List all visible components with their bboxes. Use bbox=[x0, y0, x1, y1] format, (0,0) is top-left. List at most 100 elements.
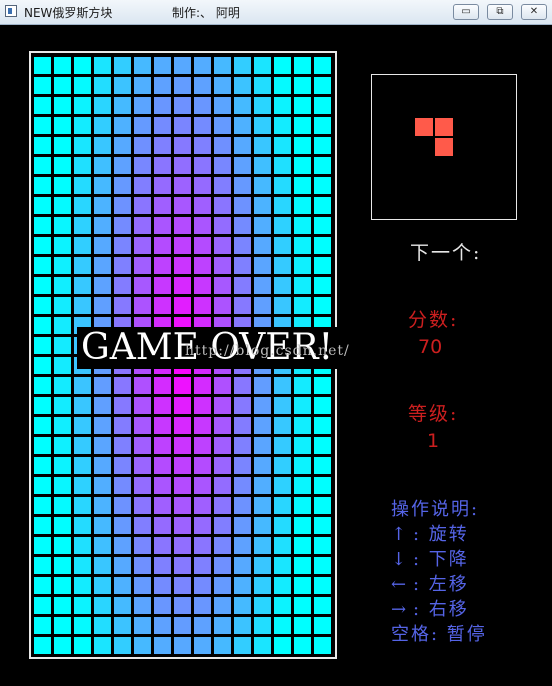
board-cell bbox=[233, 176, 252, 195]
board-cell bbox=[213, 116, 232, 135]
board-cell bbox=[313, 616, 332, 635]
board-cell bbox=[53, 516, 72, 535]
board-cell bbox=[73, 396, 92, 415]
author-label: 制作:、 阿明 bbox=[172, 6, 240, 20]
board-cell bbox=[73, 496, 92, 515]
board-cell bbox=[173, 576, 192, 595]
board-cell bbox=[153, 256, 172, 275]
board-cell bbox=[313, 536, 332, 555]
board-cell bbox=[153, 96, 172, 115]
board-cell bbox=[33, 496, 52, 515]
board-cell bbox=[33, 196, 52, 215]
board-cell bbox=[93, 96, 112, 115]
board-cell bbox=[233, 296, 252, 315]
close-button[interactable]: ✕ bbox=[521, 4, 547, 20]
next-piece-preview bbox=[371, 74, 517, 220]
board-cell bbox=[153, 496, 172, 515]
board-cell bbox=[53, 416, 72, 435]
board-cell bbox=[293, 516, 312, 535]
board-cell bbox=[193, 616, 212, 635]
board-cell bbox=[213, 96, 232, 115]
board-cell bbox=[253, 136, 272, 155]
board-cell bbox=[273, 616, 292, 635]
board-cell bbox=[273, 516, 292, 535]
next-piece-block bbox=[414, 117, 434, 137]
minimize-button[interactable]: ▭ bbox=[453, 4, 479, 20]
help-drop: ↓: 下降 bbox=[391, 547, 487, 572]
board-cell bbox=[253, 296, 272, 315]
board-cell bbox=[233, 616, 252, 635]
board-cell bbox=[33, 376, 52, 395]
board-cell bbox=[33, 616, 52, 635]
board-cell bbox=[233, 596, 252, 615]
board-cell bbox=[93, 236, 112, 255]
board-cell bbox=[173, 56, 192, 75]
board-cell bbox=[253, 116, 272, 135]
board-cell bbox=[253, 596, 272, 615]
board-cell bbox=[293, 156, 312, 175]
board-cell bbox=[53, 616, 72, 635]
board-cell bbox=[273, 176, 292, 195]
board-cell bbox=[193, 416, 212, 435]
restore-button[interactable]: ⧉ bbox=[487, 4, 513, 20]
board-cell bbox=[173, 536, 192, 555]
board-cell bbox=[213, 436, 232, 455]
board-cell bbox=[313, 436, 332, 455]
board-cell bbox=[233, 536, 252, 555]
board-cell bbox=[313, 156, 332, 175]
board-cell bbox=[73, 76, 92, 95]
board-cell bbox=[73, 56, 92, 75]
board-cell bbox=[193, 176, 212, 195]
board-cell bbox=[293, 596, 312, 615]
title-bar[interactable]: NEW俄罗斯方块 制作:、 阿明 ▭ ⧉ ✕ bbox=[0, 0, 552, 25]
board-cell bbox=[73, 476, 92, 495]
board-cell bbox=[113, 596, 132, 615]
board-cell bbox=[273, 456, 292, 475]
board-cell bbox=[273, 236, 292, 255]
board-cell bbox=[153, 456, 172, 475]
board-cell bbox=[53, 216, 72, 235]
board-cell bbox=[73, 436, 92, 455]
board-cell bbox=[253, 436, 272, 455]
up-arrow-icon: ↑ bbox=[391, 524, 409, 545]
board-cell bbox=[113, 396, 132, 415]
help-left: ←: 左移 bbox=[391, 572, 487, 597]
board-cell bbox=[93, 276, 112, 295]
board-cell bbox=[53, 236, 72, 255]
board-cell bbox=[113, 416, 132, 435]
board-cell bbox=[53, 396, 72, 415]
board-cell bbox=[33, 456, 52, 475]
board-cell bbox=[193, 296, 212, 315]
board-cell bbox=[273, 376, 292, 395]
board-cell bbox=[313, 216, 332, 235]
board-cell bbox=[313, 376, 332, 395]
board-cell bbox=[133, 136, 152, 155]
board-cell bbox=[93, 396, 112, 415]
board-cell bbox=[73, 196, 92, 215]
board-cell bbox=[173, 636, 192, 655]
board-cell bbox=[233, 136, 252, 155]
board-cell bbox=[113, 536, 132, 555]
board-cell bbox=[253, 516, 272, 535]
board-cell bbox=[193, 256, 212, 275]
board-cell bbox=[153, 76, 172, 95]
board-cell bbox=[153, 156, 172, 175]
next-piece-block bbox=[434, 137, 454, 157]
board-cell bbox=[73, 296, 92, 315]
board-cell bbox=[293, 636, 312, 655]
board-cell bbox=[193, 536, 212, 555]
board-cell bbox=[33, 96, 52, 115]
board-cell bbox=[93, 256, 112, 275]
board-cell bbox=[113, 136, 132, 155]
board-cell bbox=[113, 576, 132, 595]
board-cell bbox=[73, 536, 92, 555]
board-cell bbox=[73, 616, 92, 635]
board-cell bbox=[33, 356, 52, 375]
board-cell bbox=[313, 256, 332, 275]
board-cell bbox=[93, 136, 112, 155]
board-cell bbox=[313, 236, 332, 255]
board-cell bbox=[273, 156, 292, 175]
board-cell bbox=[153, 636, 172, 655]
board-cell bbox=[133, 296, 152, 315]
board-cell bbox=[33, 336, 52, 355]
